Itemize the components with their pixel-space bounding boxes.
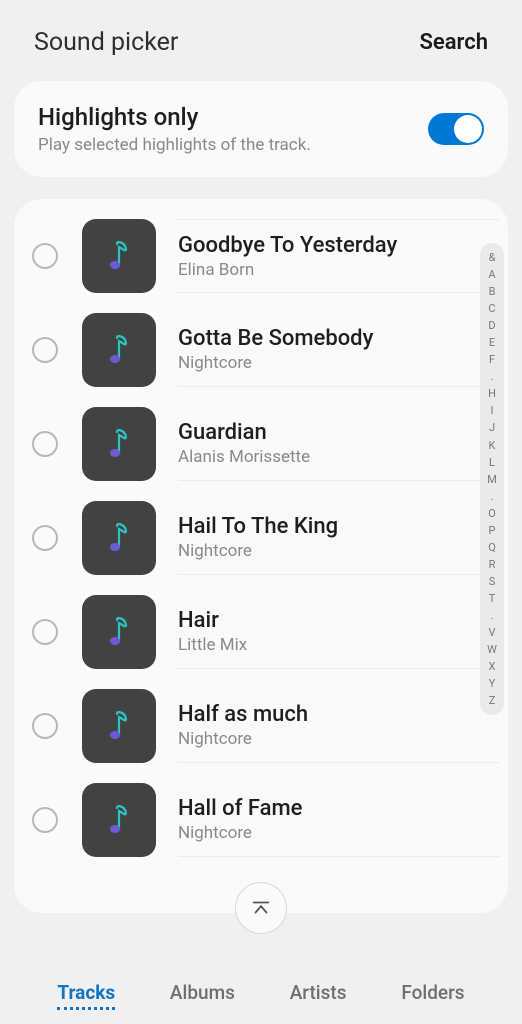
track-title: Guardian xyxy=(178,420,470,445)
index-letter[interactable]: Q xyxy=(488,539,496,556)
tab-albums[interactable]: Albums xyxy=(170,981,235,1004)
highlights-title: Highlights only xyxy=(38,103,311,131)
track-artist: Nightcore xyxy=(178,823,470,843)
music-note-icon xyxy=(105,804,133,836)
toggle-knob xyxy=(454,115,482,143)
music-note-icon xyxy=(105,240,133,272)
track-row[interactable]: Hail To The KingNightcore xyxy=(14,491,508,585)
select-radio[interactable] xyxy=(32,713,58,739)
album-art xyxy=(82,313,156,387)
index-letter[interactable]: W xyxy=(487,641,497,658)
track-row[interactable]: Goodbye To YesterdayElina Born xyxy=(14,209,508,303)
music-note-icon xyxy=(105,428,133,460)
index-letter[interactable]: F xyxy=(489,351,495,368)
music-note-icon xyxy=(105,522,133,554)
album-art xyxy=(82,501,156,575)
index-letter[interactable]: B xyxy=(489,283,496,300)
select-radio[interactable] xyxy=(32,337,58,363)
track-title: Hail To The King xyxy=(178,514,470,539)
album-art xyxy=(82,689,156,763)
index-letter[interactable]: V xyxy=(488,624,495,641)
track-artist: Alanis Morissette xyxy=(178,447,470,467)
index-letter[interactable]: C xyxy=(488,300,495,317)
select-radio[interactable] xyxy=(32,525,58,551)
track-row[interactable]: Half as muchNightcore xyxy=(14,679,508,773)
index-letter[interactable]: L xyxy=(489,454,495,471)
track-artist: Nightcore xyxy=(178,541,470,561)
track-row[interactable]: HairLittle Mix xyxy=(14,585,508,679)
index-letter[interactable]: T xyxy=(489,590,496,607)
bottom-tabs: Tracks Albums Artists Folders xyxy=(0,960,522,1024)
index-letter[interactable]: O xyxy=(488,505,496,522)
index-letter[interactable]: J xyxy=(489,419,495,436)
track-artist: Nightcore xyxy=(178,353,470,373)
select-radio[interactable] xyxy=(32,243,58,269)
track-info: Goodbye To YesterdayElina Born xyxy=(178,219,500,293)
search-button[interactable]: Search xyxy=(419,30,488,55)
scroll-top-button[interactable] xyxy=(235,882,287,934)
index-letter[interactable]: . xyxy=(491,488,494,505)
index-letter[interactable]: H xyxy=(488,385,496,402)
chevron-up-icon xyxy=(250,897,272,919)
track-info: HairLittle Mix xyxy=(178,595,500,669)
track-list: Goodbye To YesterdayElina Born Gotta Be S… xyxy=(14,199,508,913)
album-art xyxy=(82,783,156,857)
index-letter[interactable]: M xyxy=(487,471,497,488)
page-title: Sound picker xyxy=(34,28,178,57)
track-artist: Elina Born xyxy=(178,260,470,280)
album-art xyxy=(82,219,156,293)
index-letter[interactable]: X xyxy=(489,658,496,675)
track-info: Hall of FameNightcore xyxy=(178,783,500,857)
select-radio[interactable] xyxy=(32,619,58,645)
music-note-icon xyxy=(105,616,133,648)
index-letter[interactable]: R xyxy=(489,556,496,573)
index-letter[interactable]: A xyxy=(488,266,495,283)
track-info: Half as muchNightcore xyxy=(178,689,500,763)
album-art xyxy=(82,407,156,481)
track-artist: Little Mix xyxy=(178,635,470,655)
track-row[interactable]: GuardianAlanis Morissette xyxy=(14,397,508,491)
select-radio[interactable] xyxy=(32,807,58,833)
album-art xyxy=(82,595,156,669)
track-artist: Nightcore xyxy=(178,729,470,749)
highlights-text: Highlights only Play selected highlights… xyxy=(38,103,311,155)
index-letter[interactable]: & xyxy=(489,249,496,266)
index-letter[interactable]: Y xyxy=(489,675,496,692)
highlights-subtitle: Play selected highlights of the track. xyxy=(38,135,311,155)
track-title: Goodbye To Yesterday xyxy=(178,233,470,258)
track-info: GuardianAlanis Morissette xyxy=(178,407,500,481)
track-title: Half as much xyxy=(178,702,470,727)
track-row[interactable]: Gotta Be SomebodyNightcore xyxy=(14,303,508,397)
track-info: Gotta Be SomebodyNightcore xyxy=(178,313,500,387)
index-letter[interactable]: I xyxy=(491,402,494,419)
index-letter[interactable]: S xyxy=(489,573,496,590)
tab-artists[interactable]: Artists xyxy=(290,981,347,1004)
alpha-index[interactable]: &ABCDEF.HIJKLM.OPQRST.VWXYZ xyxy=(480,243,504,715)
tab-folders[interactable]: Folders xyxy=(401,981,464,1004)
index-letter[interactable]: D xyxy=(488,317,495,334)
highlights-card: Highlights only Play selected highlights… xyxy=(14,81,508,177)
track-title: Gotta Be Somebody xyxy=(178,326,470,351)
music-note-icon xyxy=(105,710,133,742)
highlights-toggle[interactable] xyxy=(428,113,484,145)
track-row[interactable]: Hall of FameNightcore xyxy=(14,773,508,867)
index-letter[interactable]: . xyxy=(491,368,494,385)
tab-tracks[interactable]: Tracks xyxy=(57,981,115,1004)
track-title: Hair xyxy=(178,608,470,633)
index-letter[interactable]: P xyxy=(489,522,496,539)
music-note-icon xyxy=(105,334,133,366)
index-letter[interactable]: K xyxy=(489,437,496,454)
track-info: Hail To The KingNightcore xyxy=(178,501,500,575)
select-radio[interactable] xyxy=(32,431,58,457)
index-letter[interactable]: E xyxy=(489,334,495,351)
index-letter[interactable]: . xyxy=(491,607,494,624)
track-title: Hall of Fame xyxy=(178,796,470,821)
header: Sound picker Search xyxy=(0,0,522,81)
index-letter[interactable]: Z xyxy=(489,692,496,709)
